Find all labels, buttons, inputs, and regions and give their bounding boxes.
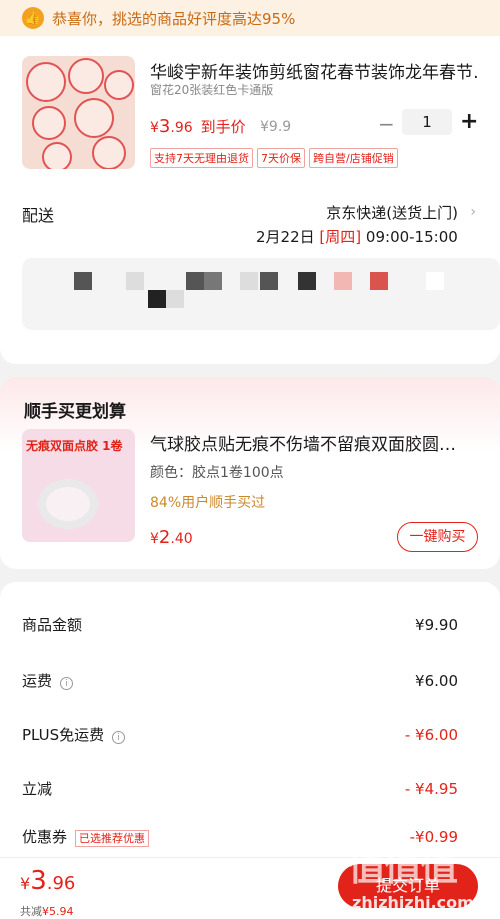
address-blurred[interactable] [22, 258, 500, 330]
service-tags: 支持7天无理由退货 7天价保 跨自营/店铺促销 [150, 148, 398, 168]
decrease-quantity-button[interactable]: − [378, 112, 395, 136]
total-savings: 共减¥5.94 [20, 905, 74, 918]
coupon-tag: 已选推荐优惠 [75, 830, 150, 847]
delivery-time[interactable]: 2月22日 [周四] 09:00-15:00 [256, 226, 458, 247]
service-tag: 7天价保 [257, 148, 305, 168]
one-click-buy-button[interactable]: 一键购买 [397, 522, 478, 552]
addon-section-title: 顺手买更划算 [24, 402, 126, 422]
quantity-input[interactable]: 1 [402, 109, 452, 135]
product-spec: 窗花20张装红色卡通版 [150, 83, 274, 97]
delivery-label: 配送 [22, 206, 55, 225]
addon-spec: 颜色：胶点1卷100点 [150, 465, 284, 481]
praise-banner: 👍 恭喜你，挑选的商品好评度高达95% [0, 0, 500, 36]
addon-price: ¥2.40 [150, 527, 193, 548]
increase-quantity-button[interactable]: + [460, 109, 478, 134]
service-tag: 跨自营/店铺促销 [309, 148, 398, 168]
total-price: ¥3.96 [20, 866, 76, 896]
goods-amount-row: 商品金额 ¥9.90 [22, 615, 458, 635]
service-tag: 支持7天无理由退货 [150, 148, 253, 168]
product-title[interactable]: 华峻宇新年装饰剪纸窗花春节装饰龙年春节… [150, 58, 480, 83]
addon-section: 顺手买更划算 无痕双面点胶 1卷 气球胶点贴无痕不伤墙不留痕双面胶圆… 颜色：胶… [0, 377, 500, 569]
thumbs-up-icon: 👍 [22, 7, 44, 29]
chevron-right-icon[interactable]: › [470, 204, 476, 220]
original-price: ¥9.9 [260, 119, 292, 135]
info-icon[interactable]: i [60, 677, 74, 690]
product-image[interactable] [22, 56, 135, 169]
addon-image[interactable]: 无痕双面点胶 1卷 [22, 429, 135, 542]
discount-row: 立减 - ¥4.95 [22, 779, 458, 799]
addon-title[interactable]: 气球胶点贴无痕不伤墙不留痕双面胶圆… [150, 430, 480, 455]
plus-free-shipping-row: PLUS免运费 i - ¥6.00 [22, 725, 458, 744]
addon-hint: 84%用户顺手买过 [150, 495, 266, 511]
delivery-method[interactable]: 京东快递(送货上门) [326, 202, 458, 223]
watermark-logo: 值值值 [348, 845, 458, 889]
banner-text: 恭喜你，挑选的商品好评度高达95% [52, 9, 296, 28]
info-icon[interactable]: i [112, 731, 126, 744]
shipping-row: 运费 i ¥6.00 [22, 671, 458, 690]
watermark-url: zhizhizhi.com [352, 893, 474, 912]
product-card: 华峻宇新年装饰剪纸窗花春节装饰龙年春节… 窗花20张装红色卡通版 ¥3.96 到手… [0, 36, 500, 364]
product-price: ¥3.96 到手价 [150, 116, 246, 137]
